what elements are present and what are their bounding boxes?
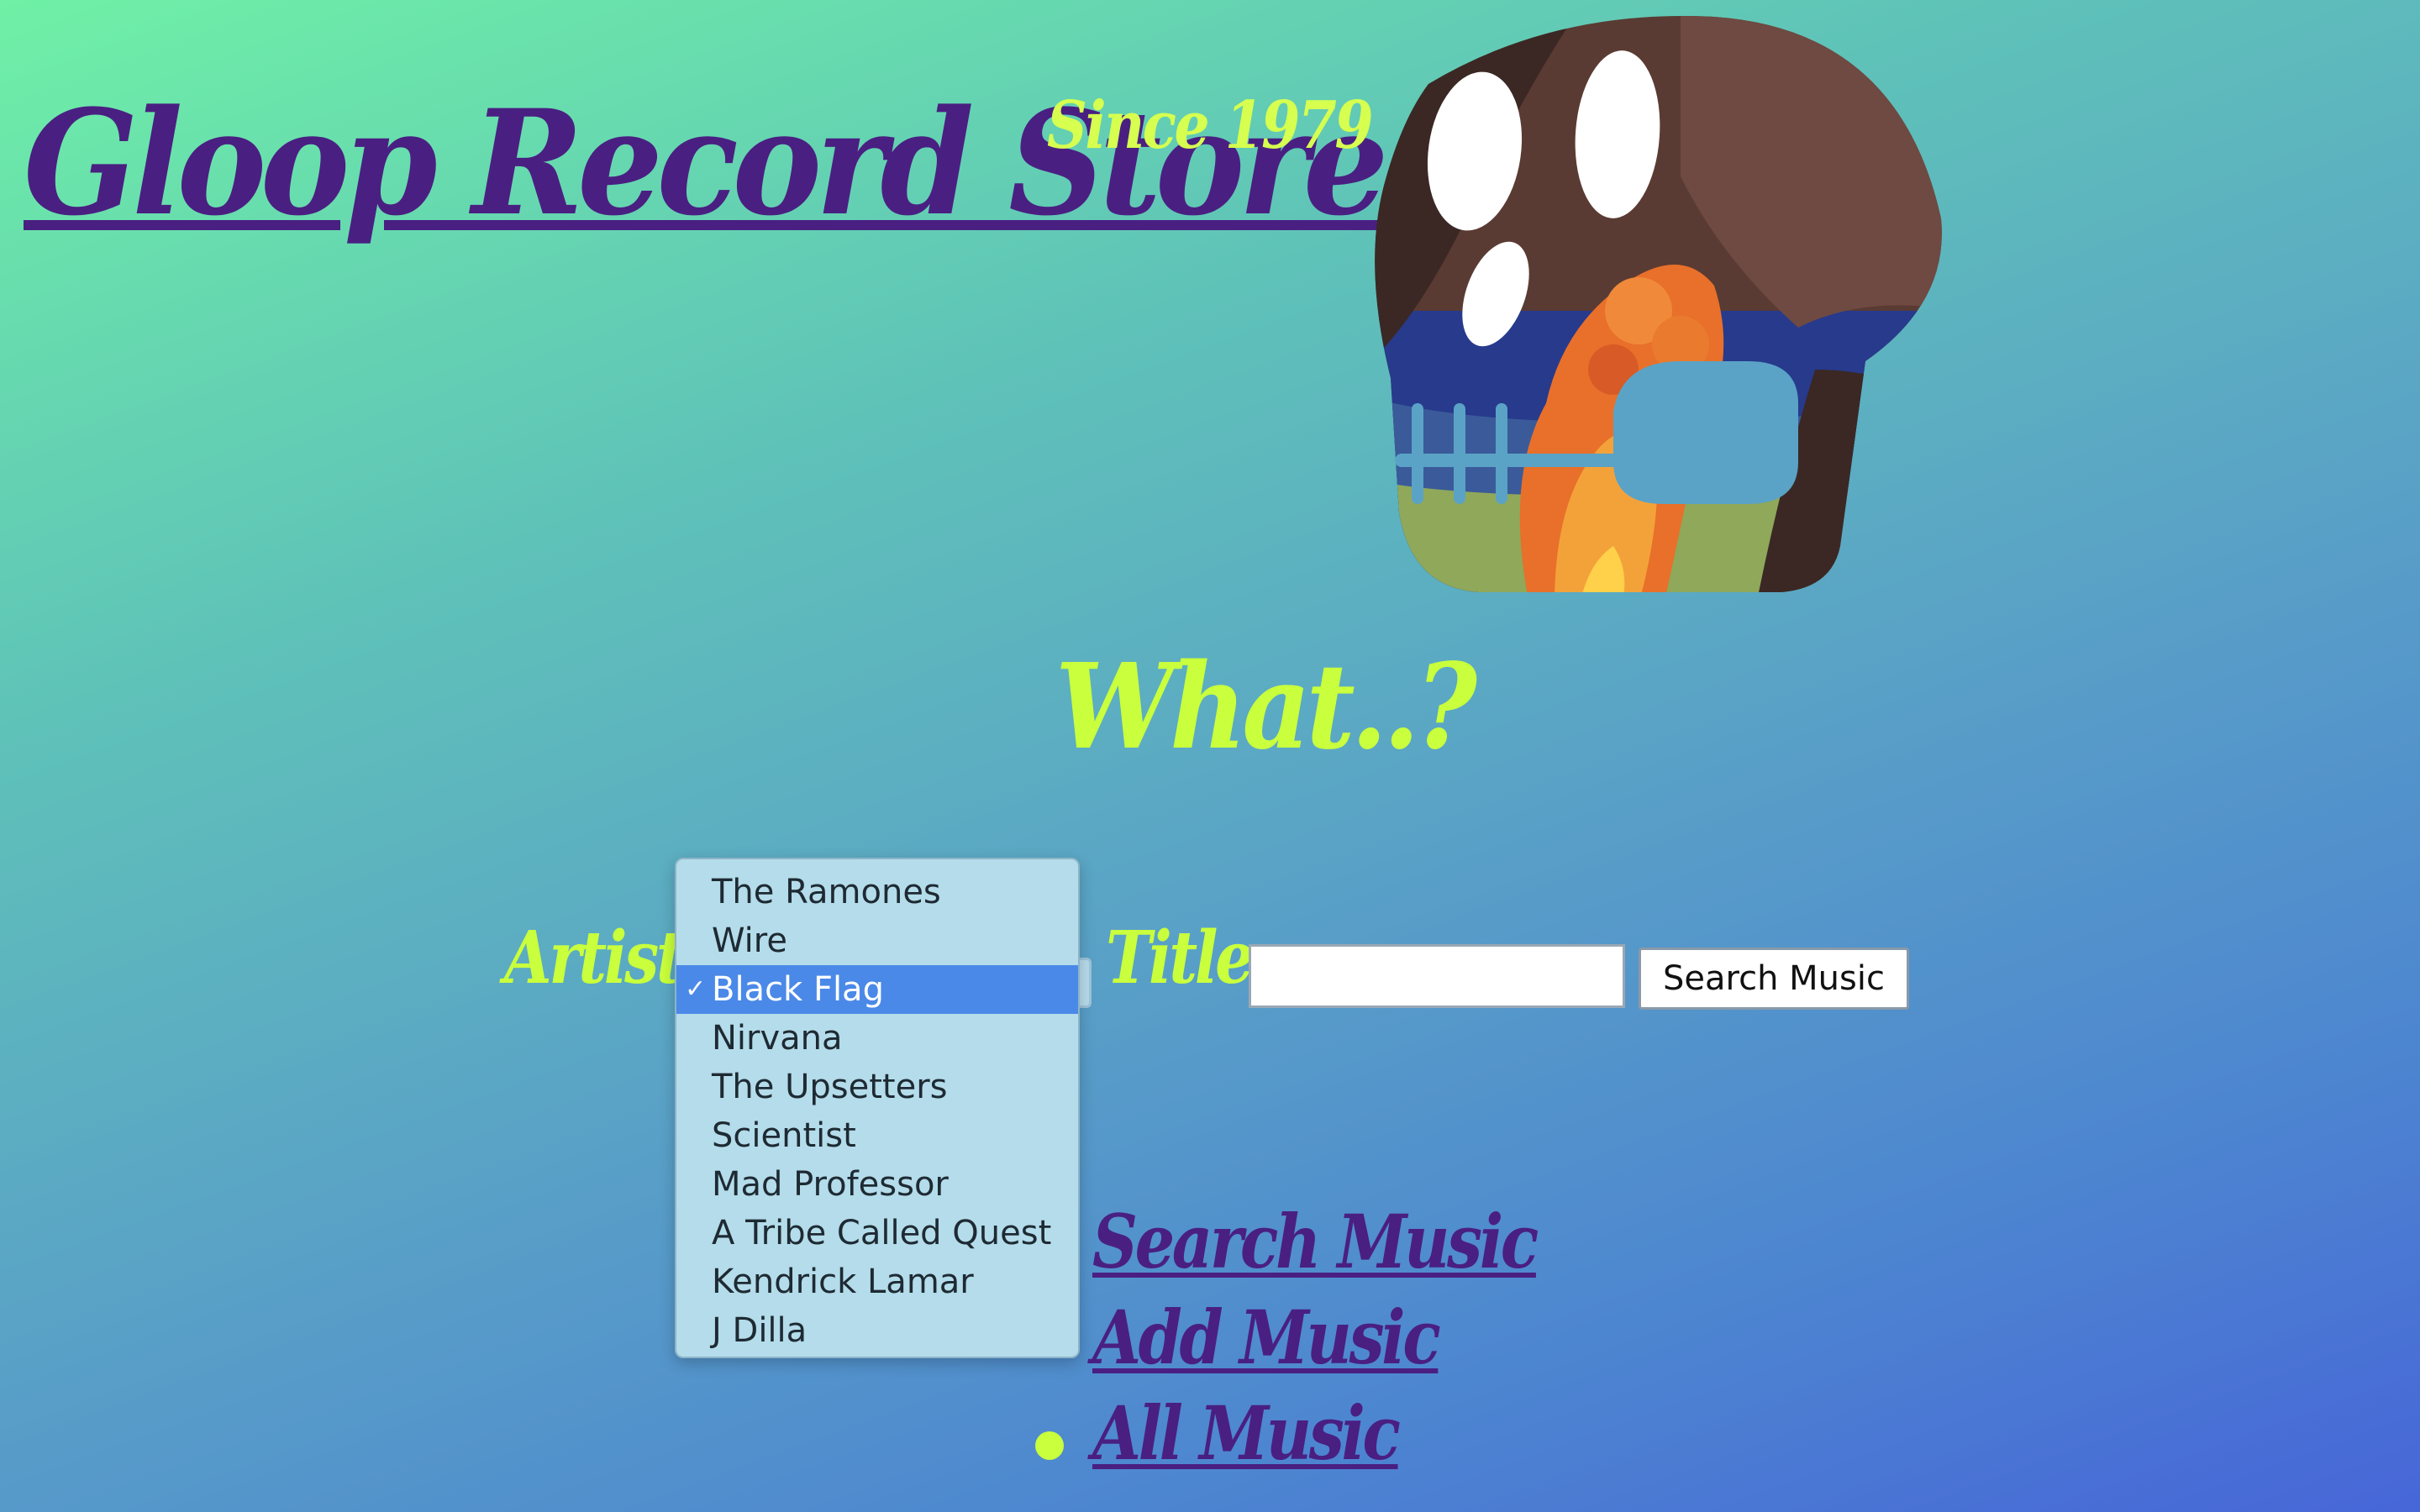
nav-item-add-music: Add Music — [1092, 1294, 1614, 1389]
nav-item-all-music: All Music — [1035, 1389, 1614, 1485]
artist-option[interactable]: J Dilla — [676, 1306, 1078, 1355]
checkmark-icon: ✓ — [685, 974, 707, 1004]
artist-dropdown-list[interactable]: The Ramones Wire ✓ Black Flag Nirvana The… — [675, 858, 1080, 1358]
artist-select[interactable] — [1079, 958, 1092, 1008]
artist-option[interactable]: Mad Professor — [676, 1160, 1078, 1209]
title-input[interactable] — [1249, 944, 1625, 1008]
artist-option[interactable]: A Tribe Called Quest — [676, 1209, 1078, 1257]
artist-option[interactable]: Wire — [676, 916, 1078, 965]
nav-link-search-music[interactable]: Search Music — [1092, 1198, 1539, 1285]
artist-option[interactable]: The Ramones — [676, 868, 1078, 916]
artist-option[interactable]: Scientist — [676, 1111, 1078, 1160]
active-bullet-icon — [1035, 1431, 1064, 1460]
skull-logo-image — [1375, 16, 1942, 592]
artist-label: Artist: — [504, 916, 704, 1000]
nav-menu: Search Music Add Music All Music — [1035, 1198, 1614, 1485]
artist-option[interactable]: Nirvana — [676, 1014, 1078, 1063]
search-heading: What..? — [1055, 638, 1477, 776]
nav-item-search-music: Search Music — [1092, 1198, 1614, 1294]
nav-link-add-music[interactable]: Add Music — [1092, 1294, 1441, 1381]
since-tagline: Since 1979 — [1047, 87, 1373, 164]
artist-option[interactable]: The Upsetters — [676, 1063, 1078, 1111]
search-music-button[interactable]: Search Music — [1639, 948, 1909, 1010]
artist-option-selected[interactable]: ✓ Black Flag — [676, 965, 1078, 1014]
title-label: Title: — [1106, 916, 1274, 1000]
nav-link-all-music[interactable]: All Music — [1092, 1389, 1401, 1477]
artist-option[interactable]: Kendrick Lamar — [676, 1257, 1078, 1306]
